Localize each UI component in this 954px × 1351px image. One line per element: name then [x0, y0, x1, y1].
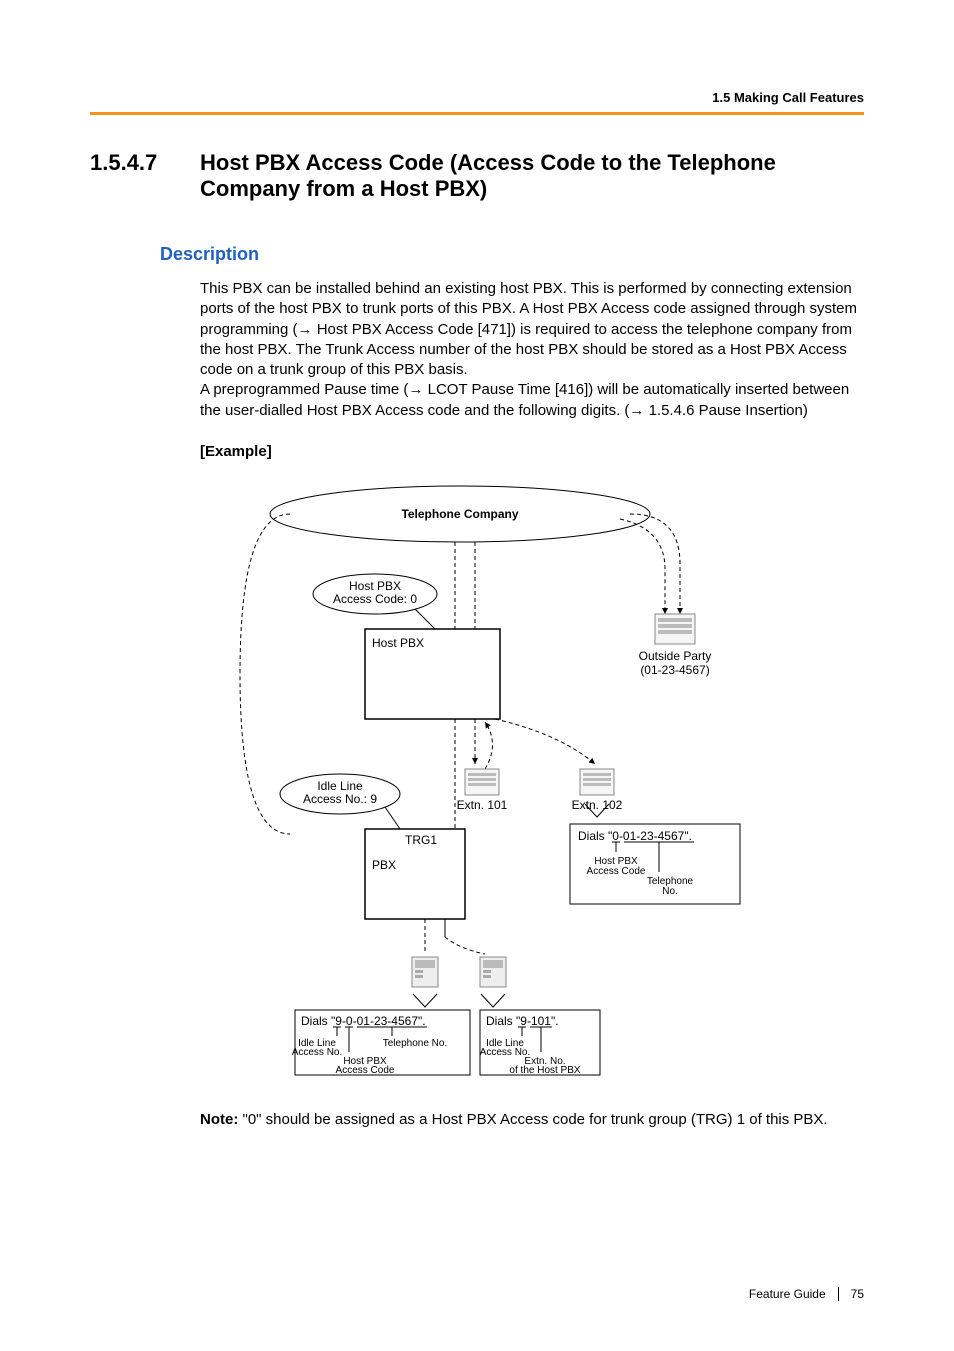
footer: Feature Guide 75	[749, 1287, 864, 1301]
svg-text:Access Code: Access Code	[336, 1065, 395, 1076]
extn102-icon	[580, 769, 614, 795]
svg-text:Access No.: Access No.	[292, 1047, 343, 1058]
dials-right-sub2b: No.	[662, 886, 678, 897]
description-heading: Description	[160, 244, 864, 265]
dials-left-a: Dials "9-0-01-23-4567".	[301, 1014, 426, 1028]
dials-right-sub1b: Access Code	[587, 866, 646, 877]
dials-right: Dials "0-01-23-4567".	[578, 829, 692, 843]
host-pbx-code-1: Host PBX	[349, 579, 401, 593]
host-pbx-label: Host PBX	[372, 636, 424, 650]
body-text: This PBX can be installed behind an exis…	[200, 279, 864, 421]
outside-party-icon	[655, 614, 695, 644]
footer-page: 75	[851, 1287, 864, 1301]
footer-guide: Feature Guide	[749, 1287, 826, 1301]
extn101-icon	[465, 769, 499, 795]
idle-line-2: Access No.: 9	[303, 792, 377, 806]
host-pbx-code-2: Access Code: 0	[333, 592, 417, 606]
tel-no-label: Telephone No.	[383, 1038, 448, 1049]
diagram: Telephone Company Host PBX Host PBX Acce…	[200, 474, 864, 1089]
outside-party-1: Outside Party	[639, 649, 712, 663]
section-title: Host PBX Access Code (Access Code to the…	[200, 150, 864, 202]
note: Note: "0" should be assigned as a Host P…	[200, 1111, 864, 1128]
telco-label: Telephone Company	[401, 507, 518, 521]
extn101-label: Extn. 101	[457, 798, 508, 812]
example-label: [Example]	[200, 443, 864, 460]
phone-left-icon	[412, 957, 438, 987]
phone-right-icon	[480, 957, 506, 987]
running-header: 1.5 Making Call Features	[712, 90, 864, 105]
extn102-label: Extn. 102	[572, 798, 623, 812]
header-rule	[90, 112, 864, 115]
trg1-label: TRG1	[405, 833, 437, 847]
outside-party-2: (01-23-4567)	[640, 663, 709, 677]
section-number: 1.5.4.7	[90, 150, 200, 202]
svg-text:Access No.: Access No.	[480, 1047, 531, 1058]
idle-line-1: Idle Line	[317, 779, 363, 793]
note-text: "0" should be assigned as a Host PBX Acc…	[238, 1111, 827, 1128]
svg-text:of the Host PBX: of the Host PBX	[509, 1065, 580, 1076]
note-label: Note:	[200, 1111, 238, 1128]
dials-left-b: Dials "9-101".	[486, 1014, 559, 1028]
pbx-label: PBX	[372, 858, 396, 872]
